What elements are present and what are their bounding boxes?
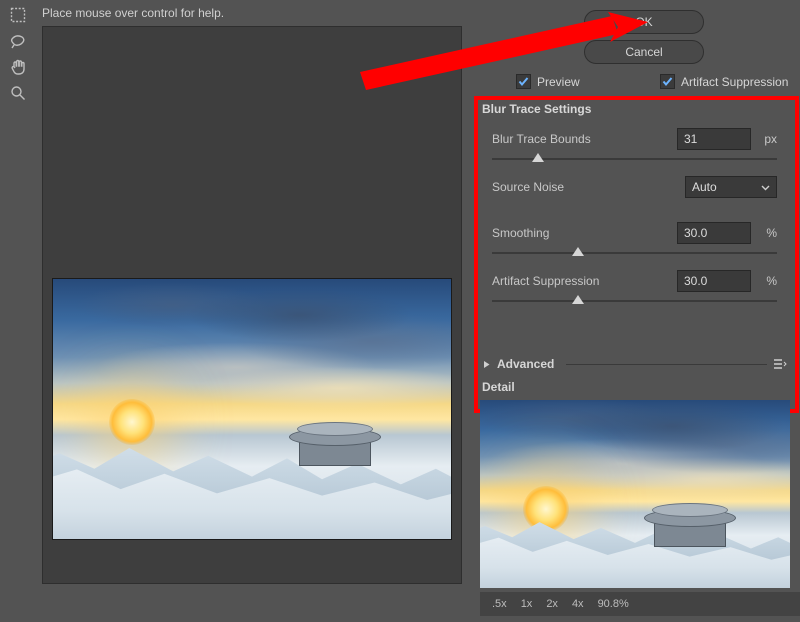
smoothing-input[interactable]: 30.0 [677,222,751,244]
smoothing-slider[interactable] [492,246,777,260]
blur-trace-bounds-unit: px [764,132,777,146]
triangle-right-icon [482,360,491,369]
artifact-suppression-unit: % [766,274,777,288]
source-noise-dropdown[interactable]: Auto [685,176,777,198]
preview-checkbox[interactable]: Preview [516,74,580,89]
artifact-suppression-label: Artifact Suppression [492,274,599,288]
source-noise-value: Auto [692,180,717,194]
blur-trace-bounds-label: Blur Trace Bounds [492,132,591,146]
advanced-disclosure[interactable]: Advanced [482,357,787,371]
zoom-2x[interactable]: 2x [546,598,558,610]
detail-section-title: Detail [482,380,515,394]
zoom-4x[interactable]: 4x [572,598,584,610]
advanced-label: Advanced [497,357,554,371]
checkmark-icon [660,74,675,89]
help-hint: Place mouse over control for help. [42,6,224,20]
zoom-tool-icon[interactable] [7,82,29,104]
preview-well [42,26,462,584]
zoom-1x[interactable]: 1x [521,598,533,610]
artifact-suppression-input[interactable]: 30.0 [677,270,751,292]
preview-image[interactable] [52,278,452,540]
blur-trace-settings-panel: Blur Trace Settings Blur Trace Bounds 31… [482,102,787,318]
blur-trace-bounds-input[interactable]: 31 [677,128,751,150]
lasso-tool-icon[interactable] [7,30,29,52]
panel-menu-icon[interactable] [773,359,787,369]
divider [566,364,767,365]
smoothing-label: Smoothing [492,226,549,240]
marquee-tool-icon[interactable] [7,4,29,26]
zoom-0.5x[interactable]: .5x [492,598,507,610]
ok-button[interactable]: OK [584,10,704,34]
zoom-bar: .5x 1x 2x 4x 90.8% [480,592,800,616]
checkmark-icon [516,74,531,89]
artifact-suppression-slider[interactable] [492,294,777,308]
source-noise-label: Source Noise [492,180,564,194]
artifact-suppression-checkbox[interactable]: Artifact Suppression [660,74,788,89]
chevron-down-icon [761,183,770,192]
panel-title: Blur Trace Settings [482,102,787,116]
blur-trace-bounds-slider[interactable] [492,152,777,166]
hand-tool-icon[interactable] [7,56,29,78]
preview-checkbox-label: Preview [537,75,580,89]
artifact-suppression-checkbox-label: Artifact Suppression [681,75,788,89]
smoothing-unit: % [766,226,777,240]
cancel-button[interactable]: Cancel [584,40,704,64]
zoom-percent: 90.8% [598,598,629,610]
detail-thumbnail[interactable] [480,400,790,588]
